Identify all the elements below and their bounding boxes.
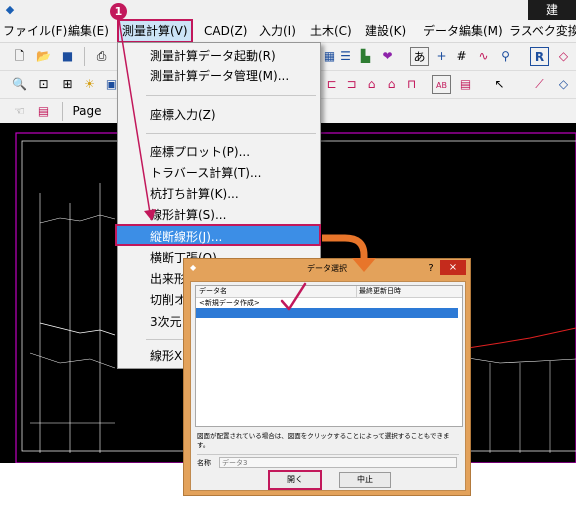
step-badge: 1 — [110, 3, 127, 20]
annotation-overlay — [118, 19, 376, 311]
